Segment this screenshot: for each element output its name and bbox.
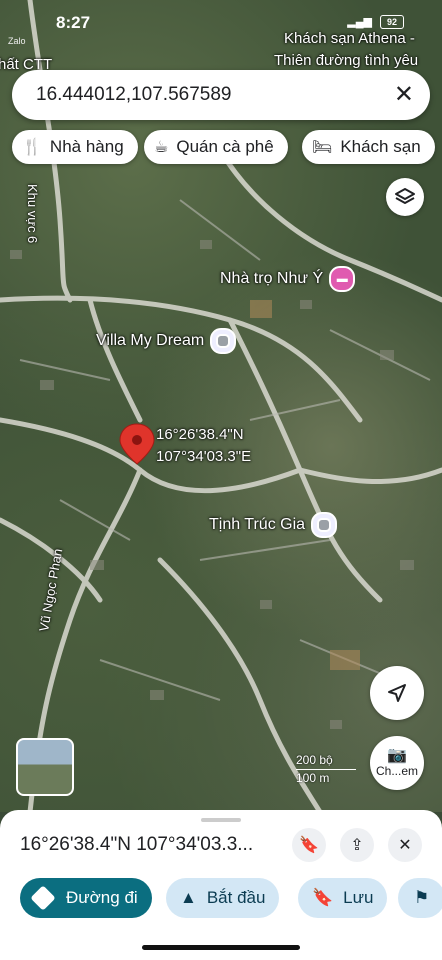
flag-button[interactable]: ⚑ — [398, 878, 442, 918]
bookmark-button[interactable]: 🔖 — [292, 828, 326, 862]
share-icon: ⇪ — [350, 837, 364, 854]
chip-label: Nhà hàng — [49, 137, 124, 156]
save-label: Lưu — [343, 888, 374, 907]
layers-button[interactable] — [386, 178, 424, 216]
status-time: 8:27 — [56, 13, 91, 32]
share-button[interactable]: ⇪ — [340, 828, 374, 862]
lens-button-label: Ch...em — [375, 764, 418, 778]
battery-icon: 92 — [380, 15, 404, 29]
start-label: Bắt đầu — [206, 888, 266, 907]
chip-hotels[interactable]: 🛏 Khách sạn — [302, 130, 435, 164]
flag-icon: ⚑ — [414, 888, 430, 907]
camera-icon: 📷 — [387, 747, 407, 764]
directions-icon — [30, 885, 56, 911]
restaurant-icon: 🍴 — [22, 139, 42, 156]
directions-label: Đường đi — [66, 888, 138, 907]
sheet-handle[interactable] — [201, 818, 241, 822]
lens-button[interactable]: 📷 Ch...em — [370, 736, 424, 790]
pin-coordinates-label: 16°26'38.4"N 107°34'03.3"E — [156, 424, 251, 468]
navigation-arrow-icon — [388, 684, 406, 702]
place-sheet[interactable]: 16°26'38.4"N 107°34'03.3... 🔖 ⇪ ✕ Đường … — [0, 810, 442, 960]
start-button[interactable]: ▲ Bắt đầu — [166, 878, 280, 918]
street-view-thumbnail[interactable] — [16, 738, 74, 796]
my-location-button[interactable] — [370, 666, 424, 720]
save-button[interactable]: 🔖 Lưu — [298, 878, 388, 918]
scale-ft: 200 bộ — [296, 753, 333, 767]
close-sheet-button[interactable]: ✕ — [388, 828, 422, 862]
red-pin-icon — [119, 423, 155, 465]
pin-lat: 16°26'38.4"N — [156, 426, 244, 443]
bookmark-icon: 🔖 — [312, 888, 334, 907]
status-app-label: Zalo — [8, 36, 26, 46]
hotel-icon: 🛏 — [312, 139, 333, 156]
directions-button[interactable]: Đường đi — [20, 878, 152, 918]
close-icon: ✕ — [398, 837, 412, 854]
search-input[interactable]: 16.444012,107.567589 — [36, 84, 231, 106]
cafe-icon: ☕ — [154, 139, 169, 156]
search-bar[interactable]: 16.444012,107.567589 ✕ — [12, 70, 430, 120]
signal-icon: ▂▄▆ — [347, 16, 372, 28]
chip-label: Khách sạn — [340, 137, 421, 156]
map-scale: 200 bộ 100 m — [296, 752, 356, 787]
layers-icon — [395, 188, 415, 204]
navigation-icon: ▲ — [180, 888, 197, 907]
scale-m: 100 m — [296, 771, 330, 785]
close-icon[interactable]: ✕ — [394, 80, 414, 109]
chip-restaurants[interactable]: 🍴 Nhà hàng — [12, 130, 138, 164]
chip-cafes[interactable]: ☕ Quán cà phê — [144, 130, 288, 164]
place-title: 16°26'38.4"N 107°34'03.3... — [20, 834, 254, 855]
chip-label: Quán cà phê — [176, 137, 274, 156]
status-bar: 8:27 Zalo ▂▄▆ 92 — [0, 10, 442, 46]
pin-lng: 107°34'03.3"E — [156, 448, 252, 465]
home-indicator — [142, 945, 300, 950]
bookmark-icon: 🔖 — [299, 837, 319, 854]
